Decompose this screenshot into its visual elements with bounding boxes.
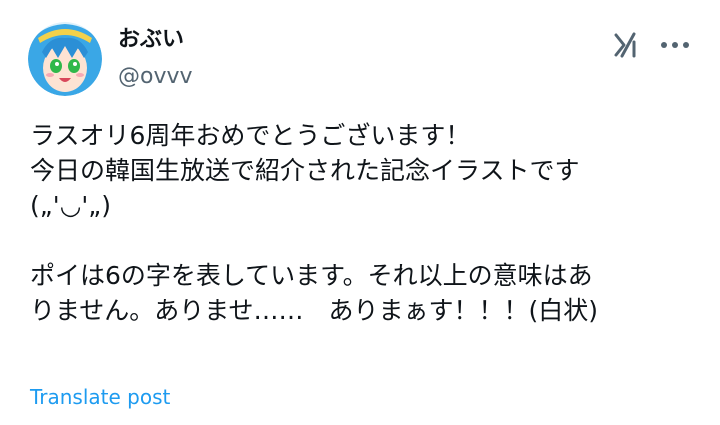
tweet-text-line: ポイは6の字を表しています。それ以上の意味はあ [30,261,593,290]
more-icon[interactable] [658,30,692,60]
display-name[interactable]: おぶい [118,26,184,54]
tweet-text-line: 今日の韓国生放送で紹介された記念イラストです [30,156,580,185]
tweet-text-line [30,223,700,258]
tweet-text-line: („'◡'„) [30,191,111,220]
user-handle[interactable]: @ovvv [118,63,193,91]
tweet-text-line: ラスオリ6周年おめでとうございます！ [30,121,471,150]
translate-post-link[interactable]: Translate post [30,384,170,410]
grok-icon[interactable] [610,30,640,60]
tweet-text: ラスオリ6周年おめでとうございます！ 今日の韓国生放送で紹介された記念イラストで… [30,118,700,328]
tweet-card: おぶい @ovvv ラスオリ6周年おめでとうございます！ 今日の韓国生放送で紹介… [0,0,720,425]
avatar[interactable] [28,22,102,96]
tweet-text-line: りません。ありませ…… ありまぁす！！！(白状) [30,296,599,325]
